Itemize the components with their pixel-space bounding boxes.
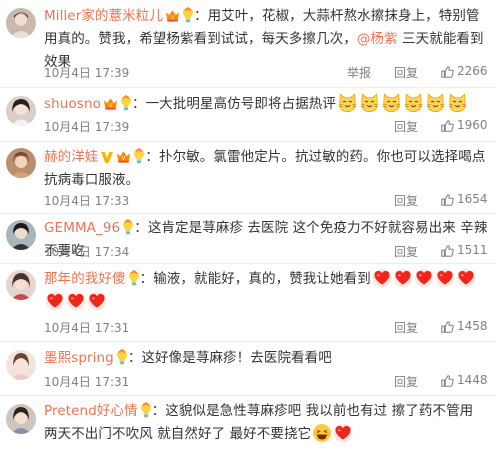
heart-emoji-icon [393, 268, 413, 288]
timestamp: 10月4日 17:31 [44, 375, 130, 389]
thumbs-up-icon[interactable] [440, 193, 454, 207]
bulb-badge-icon [128, 270, 140, 286]
thumbs-up-icon[interactable] [440, 320, 454, 334]
like-count[interactable]: 2266 [457, 64, 488, 78]
laughing-face-emoji-icon [312, 423, 332, 443]
comment-item: 赫的洋娃 ：扑尔敏。氯雷他定片。抗过敏的药。你也可以选择喝点抗病毒口服液。 10月… [0, 142, 496, 214]
mention-link[interactable]: @杨紫 [357, 31, 398, 47]
bulb-badge-icon [116, 349, 128, 365]
reply-link[interactable]: 回复 [394, 64, 418, 81]
username-link[interactable]: 墨熙spring [44, 350, 114, 366]
comment-body: shuosno ：一大批明星高仿号即将占据热评 [44, 92, 488, 116]
cat-face-emoji-icon [381, 92, 402, 113]
comment-item: GEMMA_96 ：这肯定是荨麻疹 去医院 这个免疫力不好就容易出来 辛辣不要吃 … [0, 214, 496, 264]
like-count[interactable]: 1458 [457, 319, 488, 333]
username-link[interactable]: Pretend好心情 [44, 403, 138, 419]
heart-emoji-icon [87, 291, 107, 311]
bulb-badge-icon [182, 7, 194, 23]
username-link[interactable]: GEMMA_96 [44, 220, 120, 236]
avatar[interactable] [6, 404, 36, 434]
crown-badge-icon [165, 9, 180, 23]
like-count[interactable]: 1654 [457, 192, 488, 206]
comment-list: Miller家的薏米粒儿 ：用艾叶，花椒，大蒜杆熬水擦抹身上，特别管用真的。赞我，… [0, 0, 496, 450]
comment-text: ：输液，就能好，真的，赞我让她看到 [139, 271, 371, 287]
heart-emoji-icon [372, 268, 392, 288]
cat-face-emoji-icon [425, 92, 446, 113]
v-badge-icon [101, 152, 114, 163]
like-count[interactable]: 1960 [457, 118, 488, 132]
crown-badge-icon [103, 97, 118, 111]
timestamp: 10月4日 17:39 [44, 120, 130, 134]
comment-body: 那年的我好傻 ：输液，就能好，真的，赞我让她看到 [44, 268, 488, 314]
bulb-badge-icon [133, 148, 145, 164]
comment-item: Miller家的薏米粒儿 ：用艾叶，花椒，大蒜杆熬水擦抹身上，特别管用真的。赞我，… [0, 0, 496, 88]
username-link[interactable]: 那年的我好傻 [44, 271, 126, 287]
bulb-badge-icon [140, 402, 152, 418]
reply-link[interactable]: 回复 [394, 373, 418, 390]
reply-link[interactable]: 回复 [394, 243, 418, 260]
bulb-badge-icon [122, 219, 134, 235]
crown-badge-icon [116, 150, 131, 164]
comment-meta: 10月4日 17:31 回复 1448 [44, 373, 488, 391]
username-link[interactable]: 赫的洋娃 [44, 149, 98, 165]
cat-face-emoji-icon [447, 92, 468, 113]
heart-emoji-icon [66, 291, 86, 311]
username-link[interactable]: shuosno [44, 96, 101, 112]
comment-body: 墨熙spring ：这好像是荨麻疹！去医院看看吧 [44, 347, 488, 370]
heart-emoji-icon [435, 268, 455, 288]
heart-emoji-icon [333, 423, 353, 443]
heart-emoji-icon [414, 268, 434, 288]
reply-link[interactable]: 回复 [394, 118, 418, 135]
timestamp: 10月4日 17:34 [44, 245, 130, 259]
avatar[interactable] [6, 270, 36, 300]
like-count[interactable]: 1511 [457, 243, 488, 257]
comment-text: ：一大批明星高仿号即将占据热评 [131, 96, 336, 112]
username-link[interactable]: Miller家的薏米粒儿 [44, 8, 163, 24]
comment-meta: 10月4日 17:33 回复 1654 [44, 192, 488, 210]
timestamp: 10月4日 17:39 [44, 66, 130, 80]
avatar[interactable] [6, 220, 36, 250]
heart-emoji-icon [456, 268, 476, 288]
comment-meta: 10月4日 17:31 回复 1458 [44, 319, 488, 337]
reply-link[interactable]: 回复 [394, 319, 418, 336]
comment-item: shuosno ：一大批明星高仿号即将占据热评 10月4日 17:39 回复 19… [0, 88, 496, 142]
report-link[interactable]: 举报 [347, 64, 371, 81]
cat-face-emoji-icon [337, 92, 358, 113]
like-count[interactable]: 1448 [457, 373, 488, 387]
comment-text: ：这好像是荨麻疹！去医院看看吧 [127, 350, 332, 366]
avatar[interactable] [6, 350, 36, 380]
comment-item: 墨熙spring ：这好像是荨麻疹！去医院看看吧 10月4日 17:31 回复 1… [0, 342, 496, 396]
reply-link[interactable]: 回复 [394, 192, 418, 209]
comment-body: 赫的洋娃 ：扑尔敏。氯雷他定片。抗过敏的药。你也可以选择喝点抗病毒口服液。 [44, 146, 488, 192]
comment-meta: 10月4日 17:34 回复 1511 [44, 243, 488, 261]
thumbs-up-icon[interactable] [440, 374, 454, 388]
heart-emoji-icon [45, 291, 65, 311]
thumbs-up-icon[interactable] [440, 119, 454, 133]
avatar[interactable] [6, 148, 36, 178]
comment-meta: 10月4日 17:39 回复 1960 [44, 118, 488, 136]
timestamp: 10月4日 17:33 [44, 194, 130, 208]
comment-item: 那年的我好傻 ：输液，就能好，真的，赞我让她看到 10月4日 17:31 回复 1… [0, 264, 496, 342]
cat-face-emoji-icon [359, 92, 380, 113]
avatar[interactable] [6, 8, 36, 38]
bulb-badge-icon [120, 95, 132, 111]
thumbs-up-icon[interactable] [440, 65, 454, 79]
comment-meta: 10月4日 17:39 举报 回复 2266 [44, 64, 488, 82]
comment-item: Pretend好心情 ：这貌似是急性荨麻疹吧 我以前也有过 擦了药不管用 两天不出… [0, 396, 496, 450]
timestamp: 10月4日 17:31 [44, 321, 130, 335]
comment-body: Pretend好心情 ：这貌似是急性荨麻疹吧 我以前也有过 擦了药不管用 两天不出… [44, 400, 488, 446]
cat-face-emoji-icon [403, 92, 424, 113]
thumbs-up-icon[interactable] [440, 244, 454, 258]
avatar[interactable] [6, 96, 36, 126]
